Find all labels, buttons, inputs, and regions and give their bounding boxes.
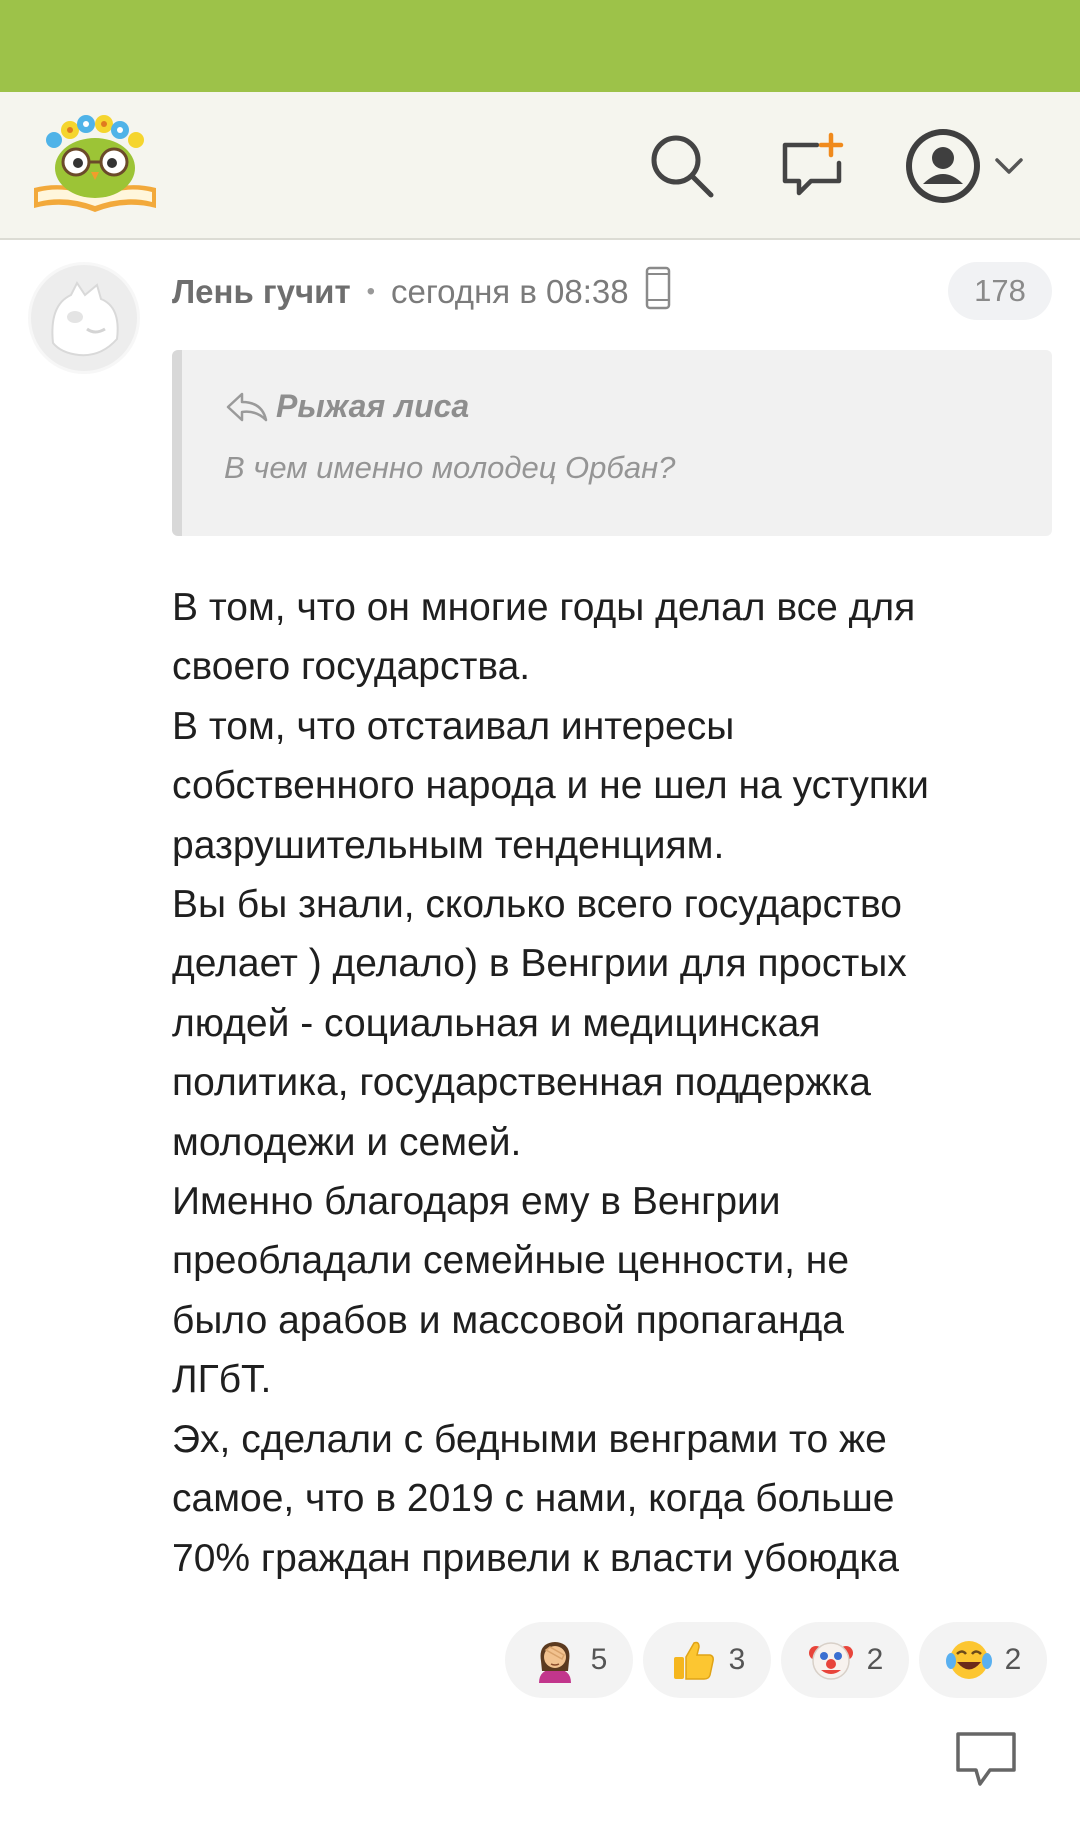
clown-emoji <box>807 1636 855 1684</box>
author-avatar[interactable] <box>28 262 140 374</box>
author-name[interactable]: Лень гучит <box>172 273 351 311</box>
body-line: В том, что он многие годы делал все для <box>172 586 916 629</box>
reaction-facepalm[interactable]: 5 <box>505 1622 633 1698</box>
quote-text: В чем именно молодец Орбан? <box>224 450 676 485</box>
body-line: политика, государственная поддержка <box>172 1061 871 1105</box>
quote-author-name: Рыжая лиса <box>276 388 470 424</box>
mobile-phone-icon <box>645 266 671 318</box>
app-header <box>0 92 1080 240</box>
body-line: своего государства. <box>172 645 531 689</box>
body-line: преобладали семейные ценности, не <box>172 1239 850 1283</box>
timestamp: сегодня в 08:38 <box>391 273 629 310</box>
facepalm-emoji <box>531 1636 579 1684</box>
reaction-laughing[interactable]: 2 <box>919 1622 1047 1698</box>
reaction-count: 2 <box>866 1643 884 1676</box>
quote-author: Рыжая лиса <box>224 388 469 425</box>
body-line: разрушительным тенденциям. <box>172 823 725 867</box>
search-button[interactable] <box>642 126 722 206</box>
reply-arrow-icon <box>226 392 268 421</box>
reaction-count: 2 <box>1004 1643 1022 1676</box>
search-icon <box>651 135 714 198</box>
reaction-count: 5 <box>590 1643 608 1676</box>
body-line: делает ) делало) в Венгрии для простых <box>172 942 907 986</box>
new-message-icon <box>782 132 844 196</box>
new-message-button[interactable] <box>772 126 852 206</box>
body-line: собственного народа и не шел на уступки <box>172 764 929 808</box>
comment-body: В том, что он многие годы делал все для … <box>172 578 1062 1588</box>
thumbs-up-emoji <box>669 1636 717 1684</box>
reply-bubble-icon <box>956 1732 1016 1786</box>
comment-rating[interactable]: 178 <box>948 262 1052 320</box>
body-line: 70% граждан привели к власти убоюдка <box>172 1536 899 1580</box>
body-line: было арабов и массовой пропаганда <box>172 1298 844 1342</box>
reaction-count: 3 <box>728 1643 746 1676</box>
chevron-down-icon <box>995 158 1023 174</box>
status-bar <box>0 0 1080 92</box>
comment-meta: Лень гучит • сегодня в 08:38 <box>172 266 671 314</box>
body-line: Вы бы знали, сколько всего государство <box>172 883 902 927</box>
reactions-bar: 5 3 2 2 <box>505 1622 1047 1698</box>
reply-button[interactable] <box>954 1730 1018 1790</box>
body-line: В том, что отстаивал интересы <box>172 704 735 748</box>
profile-menu-button[interactable] <box>900 126 1030 206</box>
body-line: Именно благодаря ему в Венгрии <box>172 1180 781 1224</box>
quoted-reply[interactable]: Рыжая лиса В чем именно молодец Орбан? <box>172 350 1052 536</box>
body-line: Эх, сделали с бедными венграми то же <box>172 1417 887 1461</box>
body-line: самое, что в 2019 с нами, когда больше <box>172 1477 895 1521</box>
owl-reading-book-logo[interactable] <box>30 110 160 222</box>
body-line: ЛГбТ. <box>172 1358 272 1402</box>
separator-dot: • <box>366 278 376 305</box>
body-line: людей - социальная и медицинская <box>172 1001 821 1045</box>
reaction-thumbs-up[interactable]: 3 <box>643 1622 771 1698</box>
laughing-tears-emoji <box>945 1636 993 1684</box>
body-line: молодежи и семей. <box>172 1120 522 1164</box>
user-avatar-icon <box>906 129 980 203</box>
comment: Лень гучит • сегодня в 08:38 178 Рыжая л… <box>0 242 1080 1825</box>
reaction-clown[interactable]: 2 <box>781 1622 909 1698</box>
